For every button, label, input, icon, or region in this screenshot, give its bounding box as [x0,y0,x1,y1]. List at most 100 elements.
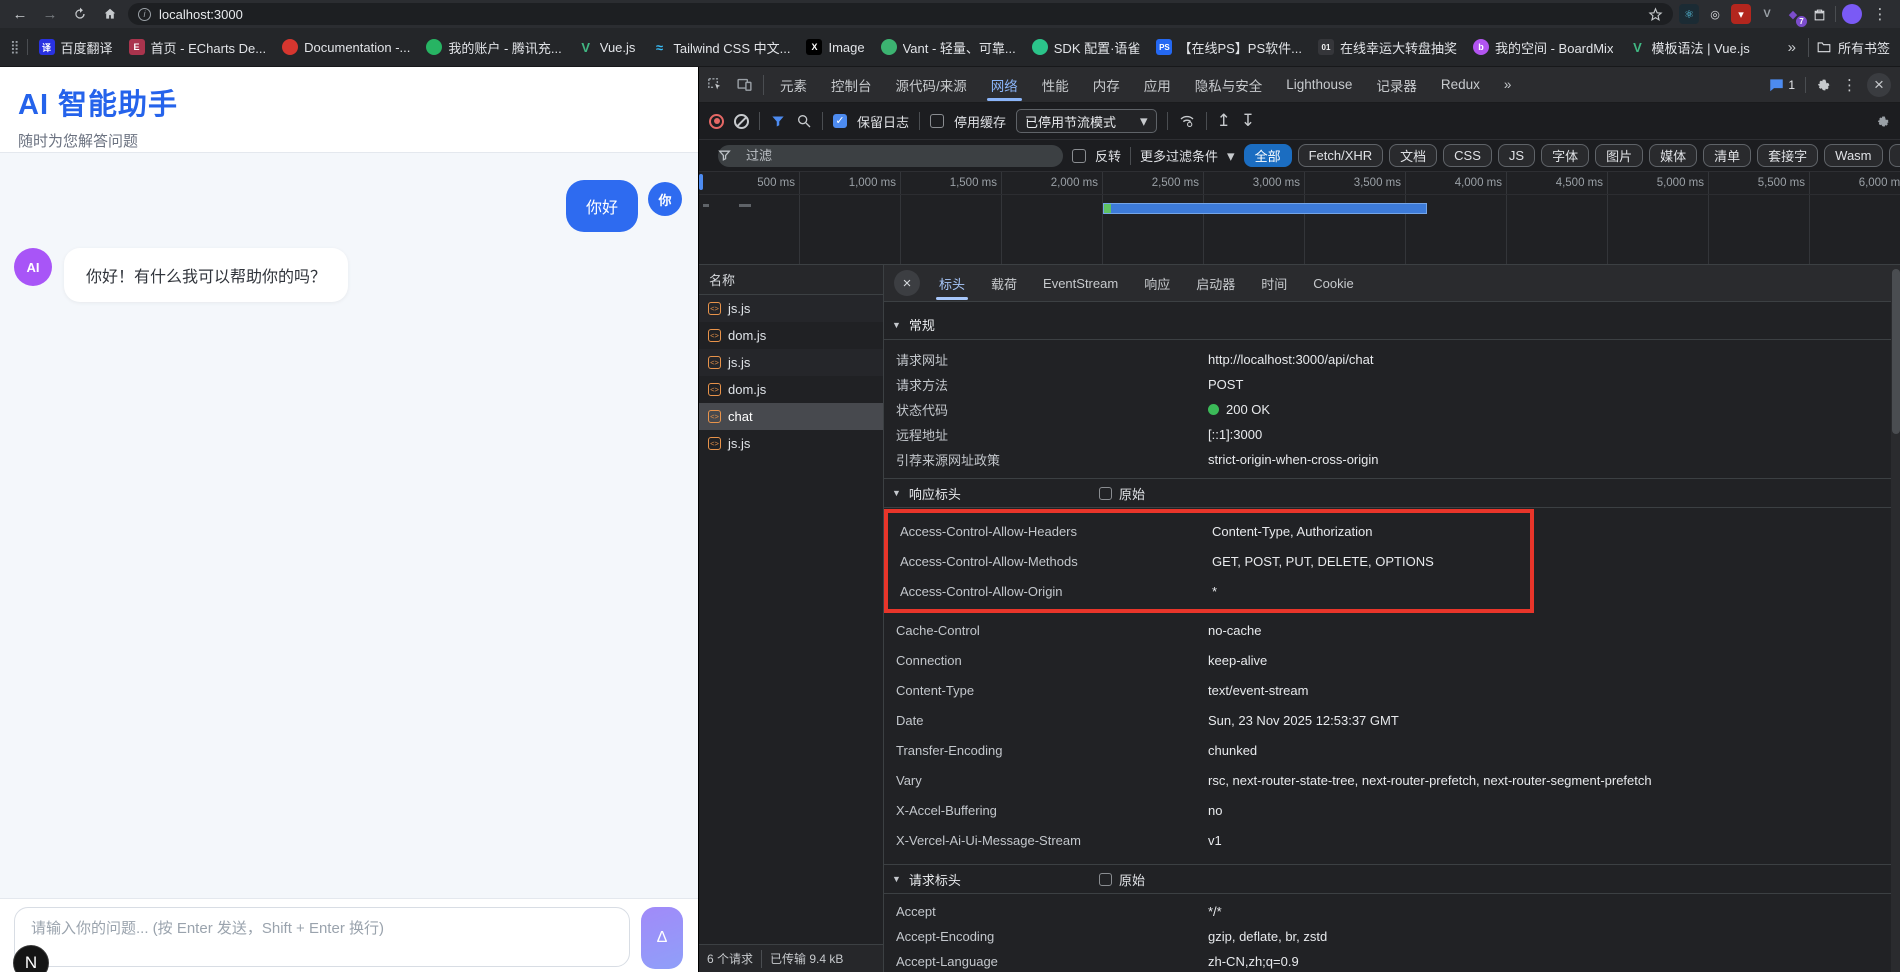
request-row[interactable]: <> js.js [699,430,883,457]
target-extension-icon[interactable]: ◎ [1705,4,1725,24]
site-info-icon[interactable]: i [138,7,151,21]
devtools-tab-6[interactable]: 内存 [1081,67,1132,103]
address-bar[interactable]: i localhost:3000 [128,3,1673,25]
profile-avatar[interactable] [1842,4,1862,24]
bookmark-item[interactable]: Vant - 轻量、可靠... [874,35,1023,60]
network-filter-input[interactable] [718,144,1063,167]
devtools-tab-4[interactable]: 网络 [979,67,1030,103]
all-bookmarks-button[interactable]: 所有书签 [1807,37,1890,57]
react-devtools-icon[interactable]: ⚛ [1679,4,1699,24]
request-name-header[interactable]: 名称 [699,265,883,295]
devtools-settings-icon[interactable] [1816,77,1832,93]
timeline-request-bar[interactable] [1103,203,1427,214]
record-network-log-button[interactable] [709,113,724,129]
devtools-tab-11[interactable]: Redux [1429,67,1492,103]
send-button[interactable]: ∆ [641,907,683,969]
bookmark-item[interactable]: b 我的空间 - BoardMix [1466,35,1620,60]
bookmark-item[interactable]: SDK 配置·语雀 [1025,35,1148,60]
browser-menu-icon[interactable]: ⋮ [1868,3,1892,25]
response-headers-section-header[interactable]: ▼ 响应标头 原始 [884,478,1900,508]
vue-gray-extension-icon[interactable]: V [1757,4,1777,24]
filter-pill[interactable]: 字体 [1541,144,1590,167]
shield-extension-icon[interactable]: ▾ [1731,4,1751,24]
details-scrollbar[interactable] [1891,265,1900,972]
details-tab-6[interactable]: 时间 [1248,265,1300,302]
request-row[interactable]: <> dom.js [699,376,883,403]
devtools-tab-10[interactable]: 记录器 [1364,67,1429,103]
bookmark-item[interactable]: PS 【在线PS】PS软件... [1149,35,1309,60]
filter-pill[interactable]: 媒体 [1649,144,1698,167]
bookmark-star-icon[interactable] [1648,6,1663,22]
filter-pill[interactable]: 套接字 [1757,144,1819,167]
reload-icon[interactable] [68,3,92,25]
devtools-tab-8[interactable]: 隐私与安全 [1183,67,1275,103]
filter-pill[interactable]: JS [1497,144,1536,167]
bookmark-item[interactable]: 我的账户 - 腾讯充... [419,35,568,60]
bookmarks-overflow-chevron[interactable]: » [1780,39,1804,56]
request-row[interactable]: <> js.js [699,295,883,322]
network-settings-icon[interactable] [1876,114,1891,129]
bookmark-item[interactable]: ≈ Tailwind CSS 中文... [644,35,797,60]
details-tab-1[interactable]: 标头 [926,265,978,302]
forward-icon[interactable]: → [38,3,62,25]
bookmark-item[interactable]: V Vue.js [571,36,643,58]
preserve-log-checkbox[interactable]: ✓ [833,114,847,128]
filter-toggle-icon[interactable] [770,114,786,129]
filter-pill[interactable]: 清单 [1703,144,1752,167]
filter-pill[interactable]: Fetch/XHR [1297,144,1384,167]
inspect-element-icon[interactable] [699,71,729,99]
bookmark-item[interactable]: 译百度翻译 [32,35,120,60]
request-raw-toggle[interactable]: 原始 [1098,870,1145,889]
filter-pill[interactable]: 其他 [1888,144,1900,167]
apps-grid-icon[interactable]: ⣿ [10,39,21,55]
filter-pill[interactable]: 全部 [1243,144,1292,167]
disable-cache-checkbox[interactable] [930,114,945,128]
bookmark-item[interactable]: X Image [799,36,871,58]
devtools-close-icon[interactable]: × [1867,72,1891,97]
filter-pill[interactable]: CSS [1443,144,1492,167]
details-tab-5[interactable]: 启动器 [1183,265,1248,302]
scrollbar-thumb[interactable] [1892,269,1900,434]
request-row[interactable]: <> chat [699,403,883,430]
details-tab-3[interactable]: EventStream [1030,265,1131,302]
import-har-icon[interactable]: ↥ [1217,111,1231,131]
request-raw-checkbox[interactable] [1098,872,1112,886]
issues-counter[interactable]: 1 [1769,78,1795,92]
devtools-tab-9[interactable]: Lighthouse [1274,67,1364,103]
devtools-tab-5[interactable]: 性能 [1030,67,1081,103]
request-row[interactable]: <> js.js [699,349,883,376]
network-conditions-icon[interactable] [1178,113,1196,129]
filter-pill[interactable]: Wasm [1824,144,1883,167]
bookmark-item[interactable]: Documentation -... [275,36,417,58]
more-filters-button[interactable]: 更多过滤条件 [1140,146,1218,165]
throttling-select[interactable]: 已停用节流模式 ▾ [1016,109,1157,133]
chat-input[interactable] [14,907,630,967]
vue-devtools-icon[interactable]: ◆ 7 [1783,4,1807,27]
request-headers-section-header[interactable]: ▼ 请求标头 原始 [884,864,1900,894]
details-tab-2[interactable]: 载荷 [978,265,1030,302]
filter-pill[interactable]: 文档 [1389,144,1438,167]
timeline-selection-handle[interactable] [699,174,703,190]
network-overview-timeline[interactable]: 500 ms 1,000 ms 1,500 ms 2,000 ms 2,500 ms 3,… [699,172,1900,265]
more-tabs-chevron[interactable]: » [1492,67,1524,103]
filter-pill[interactable]: 图片 [1595,144,1644,167]
request-row[interactable]: <> dom.js [699,322,883,349]
invert-filter-checkbox[interactable] [1072,148,1086,163]
devtools-tab-3[interactable]: 源代码/来源 [884,67,979,103]
devtools-menu-icon[interactable]: ⋮ [1842,76,1857,94]
bookmark-item[interactable]: V 模板语法 | Vue.js [1622,35,1756,60]
response-raw-toggle[interactable]: 原始 [1098,484,1145,503]
bookmark-item[interactable]: 01 在线幸运大转盘抽奖 [1311,35,1464,60]
search-icon[interactable] [796,113,812,129]
home-icon[interactable] [98,3,122,25]
general-section-header[interactable]: ▼ 常规 [884,310,1900,340]
clear-network-log-button[interactable] [734,113,749,129]
clipboard-extension-icon[interactable] [1809,4,1829,24]
device-toolbar-icon[interactable] [729,71,759,99]
response-raw-checkbox[interactable] [1098,486,1112,500]
back-icon[interactable]: ← [8,3,32,25]
details-tab-4[interactable]: 响应 [1131,265,1183,302]
devtools-tab-7[interactable]: 应用 [1132,67,1183,103]
close-details-icon[interactable]: × [894,270,920,296]
bookmark-item[interactable]: E 首页 - ECharts De... [122,35,274,60]
